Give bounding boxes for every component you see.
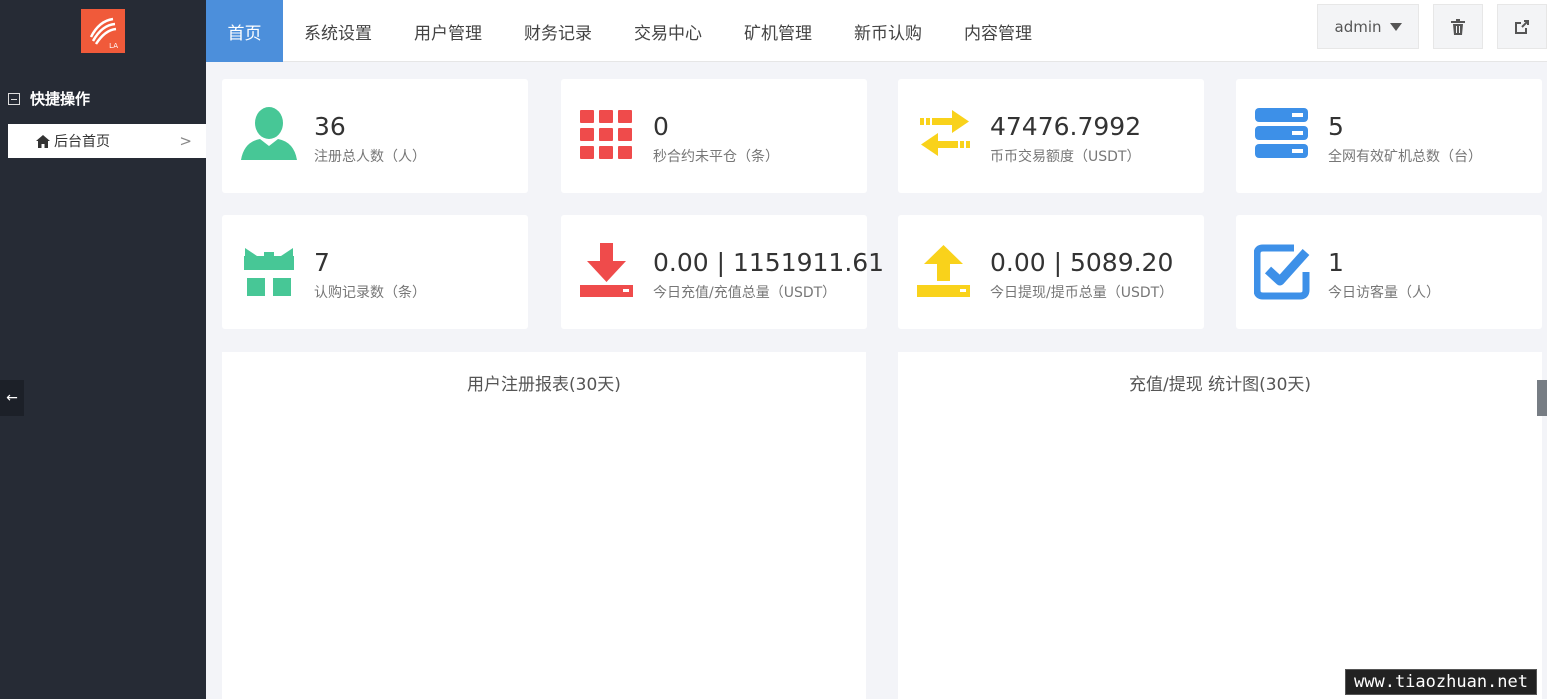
gift-icon xyxy=(244,248,294,296)
stat-label: 今日充值/充值总量（USDT） xyxy=(653,285,837,301)
stat-label: 认购记录数（条） xyxy=(314,285,426,301)
exchange-icon xyxy=(920,110,970,156)
stat-card-withdrawals: 0.00 | 5089.20 今日提现/提币总量（USDT） xyxy=(898,215,1204,329)
sidebar-item-label: 后台首页 xyxy=(54,134,110,150)
grid-icon xyxy=(580,110,632,159)
panel-title: 充值/提现 统计图(30天) xyxy=(1128,375,1312,395)
trash-icon xyxy=(1451,18,1465,35)
stat-card-deposits: 0.00 | 1151911.61 今日充值/充值总量（USDT） xyxy=(561,215,884,329)
stat-card-active-miners: 5 全网有效矿机总数（台） xyxy=(1236,79,1542,193)
top-bar: LA 首页 系统设置 用户管理 财务记录 交易中心 矿机管理 新币认购 内容管理… xyxy=(0,0,1547,62)
chevron-right-icon: > xyxy=(179,132,192,150)
scrollbar-thumb[interactable] xyxy=(1537,380,1547,416)
stat-value: 0.00 | 1151911.61 xyxy=(653,248,885,277)
nav-user-management[interactable]: 用户管理 xyxy=(393,0,503,62)
stat-label: 今日访客量（人） xyxy=(1328,285,1440,301)
sidebar-toggle-button[interactable]: ← xyxy=(0,380,24,416)
watermark: www.tiaozhuan.net xyxy=(1345,669,1537,695)
sidebar-section-title[interactable]: 快捷操作 xyxy=(8,88,90,109)
stat-value: 1 xyxy=(1328,248,1344,277)
collapse-square-icon xyxy=(8,92,20,105)
header-tools: admin xyxy=(1317,4,1547,49)
nav-trading-center[interactable]: 交易中心 xyxy=(613,0,723,62)
upload-icon xyxy=(917,245,970,297)
sidebar-section-label: 快捷操作 xyxy=(30,90,91,108)
stat-value: 5 xyxy=(1328,112,1344,141)
sidebar-item-dashboard[interactable]: 后台首页 > xyxy=(8,124,206,158)
stat-value: 47476.7992 xyxy=(990,112,1142,141)
stat-value: 0.00 | 5089.20 xyxy=(990,248,1174,277)
user-registration-chart-panel: 用户注册报表(30天) xyxy=(222,352,866,699)
download-icon xyxy=(580,243,633,297)
stat-card-subscriptions: 7 认购记录数（条） xyxy=(222,215,528,329)
stat-card-spot-volume: 47476.7992 币币交易额度（USDT） xyxy=(898,79,1204,193)
checkbox-icon xyxy=(1254,244,1310,300)
stat-value: 7 xyxy=(314,248,330,277)
stat-label: 今日提现/提币总量（USDT） xyxy=(990,285,1174,301)
stat-label: 注册总人数（人） xyxy=(314,149,426,165)
logo-text: LA xyxy=(109,42,118,50)
main-nav: 首页 系统设置 用户管理 财务记录 交易中心 矿机管理 新币认购 内容管理 xyxy=(206,0,1053,62)
stat-label: 全网有效矿机总数（台） xyxy=(1328,149,1482,165)
caret-down-icon xyxy=(1389,22,1402,31)
stat-value: 36 xyxy=(314,112,346,141)
admin-menu-button[interactable]: admin xyxy=(1317,4,1419,49)
nav-home[interactable]: 首页 xyxy=(206,0,283,62)
nav-new-coin-subscription[interactable]: 新币认购 xyxy=(833,0,943,62)
server-icon xyxy=(1255,108,1308,158)
stat-card-visitors: 1 今日访客量（人） xyxy=(1236,215,1542,329)
nav-content-management[interactable]: 内容管理 xyxy=(943,0,1053,62)
user-icon xyxy=(241,107,297,160)
stat-card-registered-users: 36 注册总人数（人） xyxy=(222,79,528,193)
stat-label: 币币交易额度（USDT） xyxy=(990,149,1141,165)
stat-card-open-contracts: 0 秒合约未平仓（条） xyxy=(561,79,867,193)
nav-finance-records[interactable]: 财务记录 xyxy=(503,0,613,62)
logout-button[interactable] xyxy=(1497,4,1547,49)
stat-value: 0 xyxy=(653,112,669,141)
app-logo[interactable]: LA xyxy=(81,9,125,53)
share-exit-icon xyxy=(1515,19,1529,34)
nav-system-settings[interactable]: 系统设置 xyxy=(283,0,393,62)
home-icon xyxy=(36,134,50,148)
admin-label: admin xyxy=(1334,17,1382,36)
sidebar: 快捷操作 后台首页 > xyxy=(0,62,206,699)
panel-title: 用户注册报表(30天) xyxy=(467,375,621,395)
stat-label: 秒合约未平仓（条） xyxy=(653,149,779,165)
clear-cache-button[interactable] xyxy=(1433,4,1483,49)
nav-miner-management[interactable]: 矿机管理 xyxy=(723,0,833,62)
logo-area: LA xyxy=(0,0,206,62)
deposit-withdraw-chart-panel: 充值/提现 统计图(30天) xyxy=(898,352,1542,699)
